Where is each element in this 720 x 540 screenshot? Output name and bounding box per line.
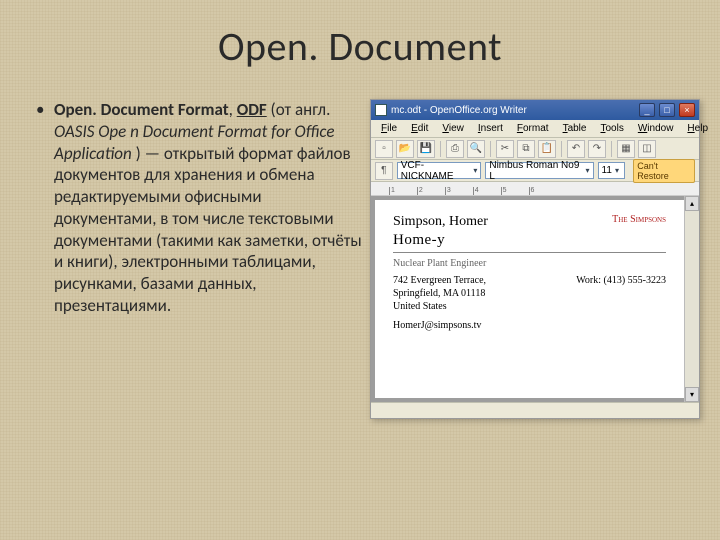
scroll-track[interactable]: [685, 211, 699, 387]
document-area: Simpson, Homer The Simpsons Home-y Nucle…: [371, 196, 699, 402]
work-phone: Work: (413) 555-3223: [576, 275, 666, 286]
ruler-mark: 6: [529, 187, 535, 195]
contact-org: The Simpsons: [612, 214, 666, 230]
cut-icon[interactable]: ✂: [496, 140, 514, 158]
plain1: (от англ.: [267, 99, 331, 120]
ruler-mark: 2: [417, 187, 423, 195]
menu-view[interactable]: View: [436, 121, 470, 136]
menu-bar: File Edit View Insert Format Table Tools…: [371, 120, 699, 138]
menu-table[interactable]: Table: [557, 121, 593, 136]
menu-insert[interactable]: Insert: [472, 121, 509, 136]
styles-icon[interactable]: ¶: [375, 162, 393, 180]
addr-line2: Springfield, MA 01118: [393, 288, 485, 299]
contact-home: Home-y: [393, 232, 666, 249]
font-combo[interactable]: Nimbus Roman No9 L ▾: [485, 162, 593, 179]
table-icon[interactable]: ▦: [617, 140, 635, 158]
window-title: mc.odt - OpenOffice.org Writer: [391, 105, 527, 116]
formatting-toolbar: ¶ VCF-NICKNAME ▾ Nimbus Roman No9 L ▾ 11…: [371, 160, 699, 182]
addr-line3: United States: [393, 301, 447, 312]
chevron-down-icon: ▾: [586, 166, 590, 175]
divider: [393, 252, 666, 253]
size-combo[interactable]: 11 ▾: [598, 162, 626, 179]
plain2: ) — открытый формат файлов документов дл…: [54, 143, 362, 316]
scroll-down-icon[interactable]: ▾: [685, 387, 699, 402]
new-icon[interactable]: ▫: [375, 140, 393, 158]
save-icon[interactable]: 💾: [417, 140, 435, 158]
undo-icon[interactable]: ↶: [567, 140, 585, 158]
sep: ,: [229, 99, 237, 120]
chevron-down-icon: ▾: [473, 166, 477, 175]
ruler-mark: 4: [473, 187, 479, 195]
copy-icon[interactable]: ⧉: [517, 140, 535, 158]
maximize-button[interactable]: □: [659, 103, 675, 117]
standard-toolbar: ▫ 📂 💾 ⎙ 🔍 ✂ ⧉ 📋 ↶ ↷ ▦ ◫: [371, 138, 699, 160]
status-bar: [371, 402, 699, 418]
minimize-button[interactable]: _: [639, 103, 655, 117]
contact-email: HomerJ@simpsons.tv: [393, 320, 481, 331]
bullet-dot: •: [36, 99, 54, 317]
style-value: VCF-NICKNAME: [401, 160, 471, 182]
ruler-mark: 1: [389, 187, 395, 195]
close-button[interactable]: ×: [679, 103, 695, 117]
bullet-text: Open. Document Format, ODF (от англ. OAS…: [54, 99, 364, 317]
ruler-mark: 5: [501, 187, 507, 195]
style-combo[interactable]: VCF-NICKNAME ▾: [397, 162, 482, 179]
bullet-item: • Open. Document Format, ODF (от англ. O…: [36, 99, 364, 317]
term-odf: ODF: [237, 99, 267, 120]
menu-file[interactable]: File: [375, 121, 403, 136]
open-icon[interactable]: 📂: [396, 140, 414, 158]
doc-icon: [375, 104, 387, 116]
font-value: Nimbus Roman No9 L: [489, 160, 582, 182]
contact-role: Nuclear Plant Engineer: [393, 258, 666, 269]
redo-icon[interactable]: ↷: [588, 140, 606, 158]
text-column: • Open. Document Format, ODF (от англ. O…: [36, 99, 364, 419]
window-titlebar: mc.odt - OpenOffice.org Writer _ □ ×: [371, 100, 699, 120]
slide-body: • Open. Document Format, ODF (от англ. O…: [0, 71, 720, 419]
menu-format[interactable]: Format: [511, 121, 555, 136]
scroll-up-icon[interactable]: ▴: [685, 196, 699, 211]
chevron-down-icon: ▾: [615, 166, 619, 175]
document-page[interactable]: Simpson, Homer The Simpsons Home-y Nucle…: [375, 200, 684, 398]
slide-title: Open. Document: [0, 0, 720, 71]
ruler-mark: 3: [445, 187, 451, 195]
app-screenshot: mc.odt - OpenOffice.org Writer _ □ × Fil…: [370, 99, 700, 419]
menu-help[interactable]: Help: [681, 121, 714, 136]
size-value: 11: [602, 165, 612, 176]
chart-icon[interactable]: ◫: [638, 140, 656, 158]
preview-icon[interactable]: 🔍: [467, 140, 485, 158]
term-bold: Open. Document Format: [54, 99, 229, 120]
horizontal-ruler: 1 2 3 4 5 6: [371, 182, 699, 196]
vertical-scrollbar[interactable]: ▴ ▾: [684, 196, 699, 402]
addr-line1: 742 Evergreen Terrace,: [393, 275, 486, 286]
menu-window[interactable]: Window: [632, 121, 680, 136]
restore-badge: Can't Restore: [633, 159, 695, 183]
paste-icon[interactable]: 📋: [538, 140, 556, 158]
contact-name: Simpson, Homer: [393, 214, 488, 230]
print-icon[interactable]: ⎙: [446, 140, 464, 158]
menu-edit[interactable]: Edit: [405, 121, 434, 136]
menu-tools[interactable]: Tools: [594, 121, 629, 136]
